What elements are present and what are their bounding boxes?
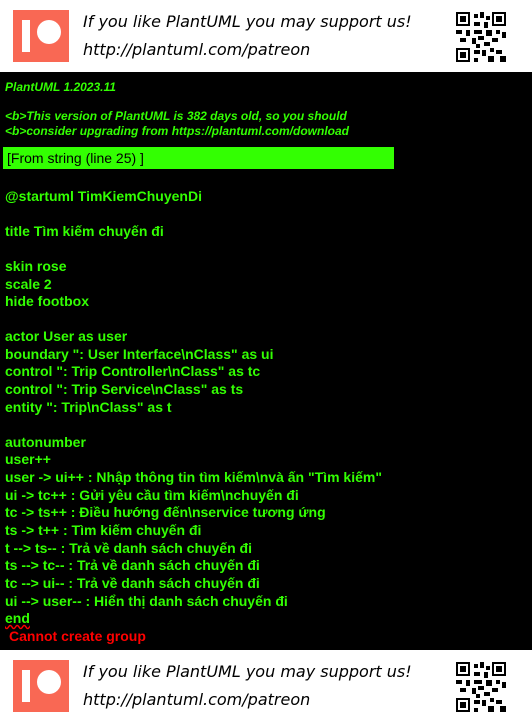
code-line: ui -> tc++ : Gửi yêu cầu tìm kiếm\nchuyế… xyxy=(5,487,299,503)
qr-code-icon xyxy=(456,12,506,62)
upgrade-warning-line2: <b>consider upgrading from https://plant… xyxy=(5,124,350,138)
plantuml-version: PlantUML 1.2023.11 xyxy=(5,80,116,94)
code-line: autonumber xyxy=(5,434,86,450)
code-line: ts -> t++ : Tìm kiếm chuyến đi xyxy=(5,522,202,538)
patreon-link[interactable]: http://plantuml.com/patreon xyxy=(83,40,310,59)
code-line: boundary ": User Interface\nClass" as ui xyxy=(5,346,274,362)
source-reference: [From string (line 25) ] xyxy=(7,150,144,166)
support-message: If you like PlantUML you may support us! xyxy=(83,662,412,681)
patreon-link[interactable]: http://plantuml.com/patreon xyxy=(83,690,310,709)
code-line: scale 2 xyxy=(5,276,52,292)
code-line: ts --> tc-- : Trả về danh sách chuyến đi xyxy=(5,557,260,573)
code-line: user -> ui++ : Nhập thông tin tìm kiếm\n… xyxy=(5,469,382,485)
code-line: tc -> ts++ : Điều hướng đến\nservice tươ… xyxy=(5,504,326,520)
code-line: hide footbox xyxy=(5,293,89,309)
code-line: t --> ts-- : Trả về danh sách chuyến đi xyxy=(5,540,252,556)
support-message: If you like PlantUML you may support us! xyxy=(83,12,412,31)
code-line: @startuml TimKiemChuyenDi xyxy=(5,188,202,204)
code-line: ui --> user-- : Hiển thị danh sách chuyế… xyxy=(5,593,288,609)
code-line: control ": Trip Controller\nClass" as tc xyxy=(5,363,261,379)
upgrade-warning-line1: <b>This version of PlantUML is 382 days … xyxy=(5,109,347,123)
code-line: skin rose xyxy=(5,258,67,274)
error-message: Cannot create group xyxy=(9,628,146,644)
code-line: title Tìm kiếm chuyến đi xyxy=(5,223,164,239)
patreon-logo-icon xyxy=(13,660,69,712)
qr-code-icon xyxy=(456,662,506,712)
code-line: control ": Trip Service\nClass" as ts xyxy=(5,381,244,397)
code-line: tc --> ui-- : Trả về danh sách chuyến đi xyxy=(5,575,260,591)
source-reference-box: [From string (line 25) ] xyxy=(3,147,394,169)
code-line: actor User as user xyxy=(5,328,128,344)
code-line: user++ xyxy=(5,451,51,467)
support-banner-top[interactable]: If you like PlantUML you may support us!… xyxy=(0,0,532,72)
support-banner-bottom[interactable]: If you like PlantUML you may support us!… xyxy=(0,650,532,722)
code-line-error: end xyxy=(5,610,30,626)
patreon-logo-icon xyxy=(13,10,69,62)
code-line: entity ": Trip\nClass" as t xyxy=(5,399,172,415)
